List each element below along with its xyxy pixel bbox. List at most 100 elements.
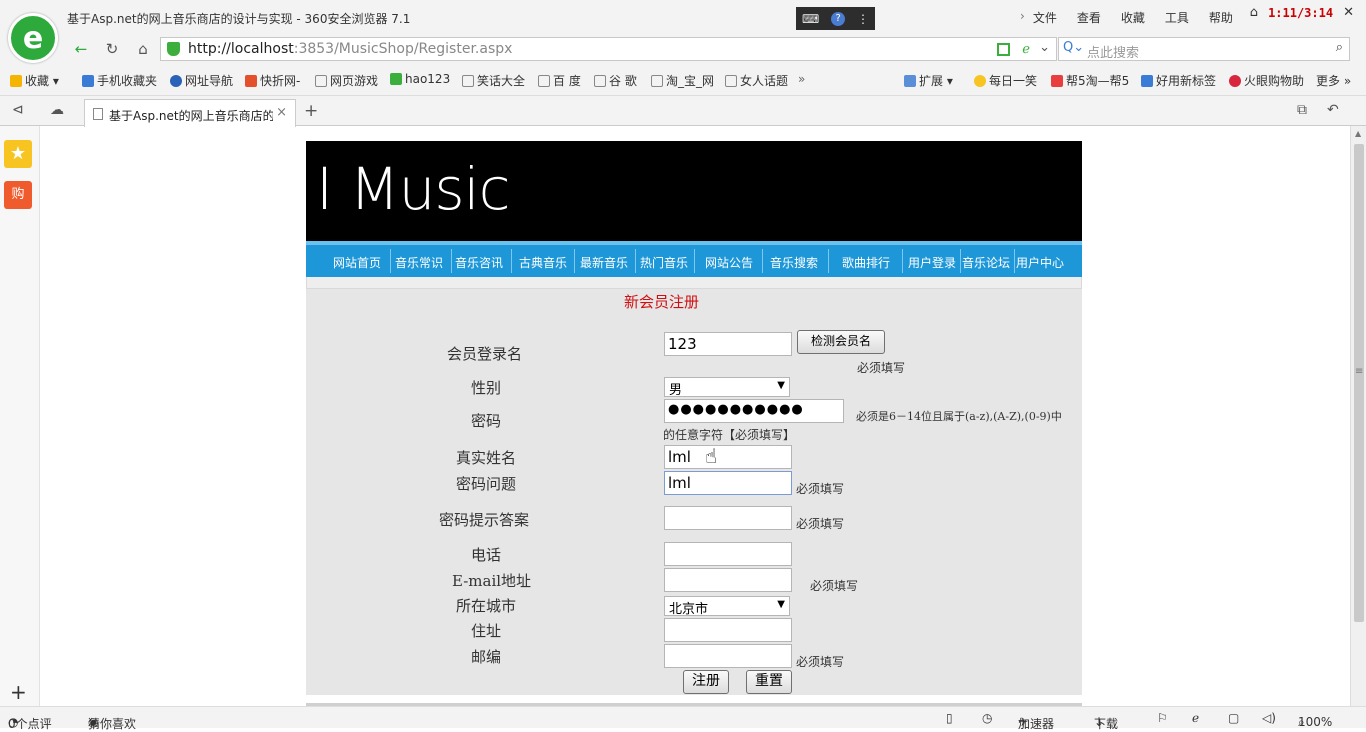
menu-item-favorites[interactable]: 收藏 (1121, 9, 1145, 26)
keyboard-icon[interactable]: ⌨ (802, 12, 819, 26)
gender-value: 男 (669, 383, 683, 398)
shopping-icon[interactable]: 购 (4, 181, 32, 209)
ext-shopping[interactable]: 火眼购物助 (1229, 72, 1304, 89)
nav-ranking[interactable]: 歌曲排行 (842, 254, 890, 271)
search-engine-icon[interactable]: Q⌄ (1063, 40, 1084, 55)
fav-overflow-icon[interactable]: » (798, 72, 805, 86)
ext-bang5[interactable]: 帮5淘—帮5 (1051, 72, 1129, 89)
fav-baidu[interactable]: 百 度 (538, 72, 581, 89)
gender-select[interactable]: 男 ▼ (664, 377, 790, 398)
new-tab-icon[interactable]: + (304, 101, 318, 121)
qrcode-icon[interactable] (997, 43, 1010, 56)
search-box[interactable]: Q⌄ 点此搜索 ⌕ (1058, 37, 1350, 61)
username-input[interactable]: 123 (664, 332, 792, 356)
fav-games[interactable]: 网页游戏 (315, 72, 378, 89)
nav-login[interactable]: 用户登录 (908, 254, 956, 271)
nav-user-center[interactable]: 用户中心 (1016, 254, 1064, 271)
zipcode-input[interactable] (664, 644, 792, 668)
close-tab-icon[interactable]: × (276, 105, 287, 120)
fav-kuaizhe[interactable]: 快折网- (245, 72, 300, 89)
refresh-icon[interactable]: ↻ (101, 39, 123, 59)
question-label: 密码问题 (456, 475, 517, 493)
fav-label: 淘_宝_网 (666, 74, 715, 88)
nav-classical[interactable]: 古典音乐 (519, 254, 567, 271)
site-nav: 网站首页 音乐常识 音乐咨讯 古典音乐 最新音乐 热门音乐 网站公告 音乐搜索 … (306, 241, 1082, 277)
undo-close-icon[interactable]: ↶ (1327, 102, 1339, 118)
url-input[interactable]: http://localhost:3853/MusicShop/Register… (160, 37, 1057, 61)
nav-search[interactable]: 音乐搜索 (770, 254, 818, 271)
question-input[interactable]: lml (664, 471, 792, 495)
restore-tabs-icon[interactable]: ⧉ (1297, 102, 1307, 118)
ext-joke[interactable]: 每日一笑 (974, 72, 1037, 89)
email-input[interactable] (664, 568, 792, 592)
favorites-star-icon[interactable]: ★ (4, 140, 32, 168)
nav-latest[interactable]: 最新音乐 (580, 254, 628, 271)
answer-input[interactable] (664, 506, 792, 530)
tab-list-icon[interactable]: ⊲ (12, 102, 24, 118)
cloud-icon[interactable]: ☁ (50, 102, 64, 118)
extensions-menu[interactable]: 扩展 ▾ (904, 72, 953, 89)
secure-shield-icon (167, 42, 180, 56)
city-select[interactable]: 北京市 ▼ (664, 596, 790, 617)
add-icon[interactable]: + (10, 680, 27, 704)
nav-music-knowledge[interactable]: 音乐常识 (395, 254, 443, 271)
skin-icon[interactable]: ⌂ (1250, 5, 1258, 20)
window-icon[interactable]: ▢ (1228, 711, 1239, 725)
ext-newtab[interactable]: 好用新标签 (1141, 72, 1216, 89)
menu-item-help[interactable]: 帮助 (1209, 9, 1233, 26)
hao123-icon (390, 73, 402, 85)
fav-label: 女人话题 (740, 74, 789, 88)
nav-home[interactable]: 网站首页 (333, 254, 381, 271)
nav-music-news[interactable]: 音乐咨讯 (455, 254, 503, 271)
back-icon[interactable]: ← (70, 39, 92, 59)
vertical-scrollbar[interactable]: ▲ ≡ (1350, 126, 1366, 706)
sound-icon[interactable]: ◁) (1262, 711, 1276, 725)
more-icon[interactable]: ⋮ (857, 12, 869, 26)
help-icon[interactable]: ? (831, 11, 846, 26)
nav-announcements[interactable]: 网站公告 (705, 254, 753, 271)
fav-nav[interactable]: 网址导航 (170, 72, 233, 89)
password-label: 密码 (471, 412, 502, 430)
fav-label: 笑话大全 (477, 74, 526, 88)
close-window-icon[interactable]: ✕ (1343, 5, 1354, 20)
phone-input[interactable] (664, 542, 792, 566)
home-icon[interactable]: ⌂ (132, 39, 154, 59)
reset-button[interactable]: 重置 (746, 670, 792, 694)
nav-hot[interactable]: 热门音乐 (640, 254, 688, 271)
menu-item-tools[interactable]: 工具 (1165, 9, 1189, 26)
speed-icon[interactable]: ◷ (982, 711, 992, 725)
chevron-down-icon[interactable]: ⌄ (1039, 40, 1050, 55)
menu-arrow-icon[interactable]: › (1020, 9, 1025, 26)
password-input[interactable]: ●●●●●●●●●●● (664, 399, 844, 423)
ie-icon[interactable]: ℯ (1192, 711, 1199, 725)
fav-mobile[interactable]: 手机收藏夹 (82, 72, 157, 89)
nav-separator (451, 249, 452, 273)
search-icon[interactable]: ⌕ (1336, 40, 1343, 55)
realname-input[interactable]: lml (664, 445, 792, 469)
fav-hao123[interactable]: hao123 (390, 72, 450, 86)
search-placeholder: 点此搜索 (1087, 46, 1140, 61)
window-title: 基于Asp.net的网上音乐商店的设计与实现 - 360安全浏览器 7.1 (67, 12, 411, 26)
compat-mode-icon[interactable]: ℯ (1022, 42, 1030, 57)
favorites-menu[interactable]: 收藏 ▾ (10, 72, 59, 89)
tab-register[interactable]: 基于Asp.net的网上音乐商店的 × (84, 99, 296, 127)
comments-text: 0个点评 (8, 717, 52, 731)
fav-taobao[interactable]: 淘_宝_网 (651, 72, 714, 89)
more-menu[interactable]: 更多 » (1316, 72, 1351, 89)
address-input[interactable] (664, 618, 792, 642)
menu-item-view[interactable]: 查看 (1077, 9, 1101, 26)
fav-google[interactable]: 谷 歌 (594, 72, 637, 89)
fav-women[interactable]: 女人话题 (725, 72, 788, 89)
scroll-thumb[interactable] (1354, 144, 1364, 622)
check-username-button[interactable]: 检测会员名 (797, 330, 885, 354)
submit-button[interactable]: 注册 (683, 670, 729, 694)
browser-logo-icon[interactable]: e (8, 13, 58, 63)
flag-icon[interactable]: ⚐ (1157, 711, 1168, 725)
mobile-icon[interactable]: ▯ (946, 711, 953, 725)
nav-forum[interactable]: 音乐论坛 (962, 254, 1010, 271)
tab-title: 基于Asp.net的网上音乐商店的 (109, 109, 273, 123)
fav-jokes[interactable]: 笑话大全 (462, 72, 525, 89)
menu-item-file[interactable]: 文件 (1033, 9, 1057, 26)
recorder-toolbar[interactable]: ⌨ ? ⋮ (796, 7, 875, 30)
scroll-up-icon[interactable]: ▲ (1355, 129, 1361, 138)
